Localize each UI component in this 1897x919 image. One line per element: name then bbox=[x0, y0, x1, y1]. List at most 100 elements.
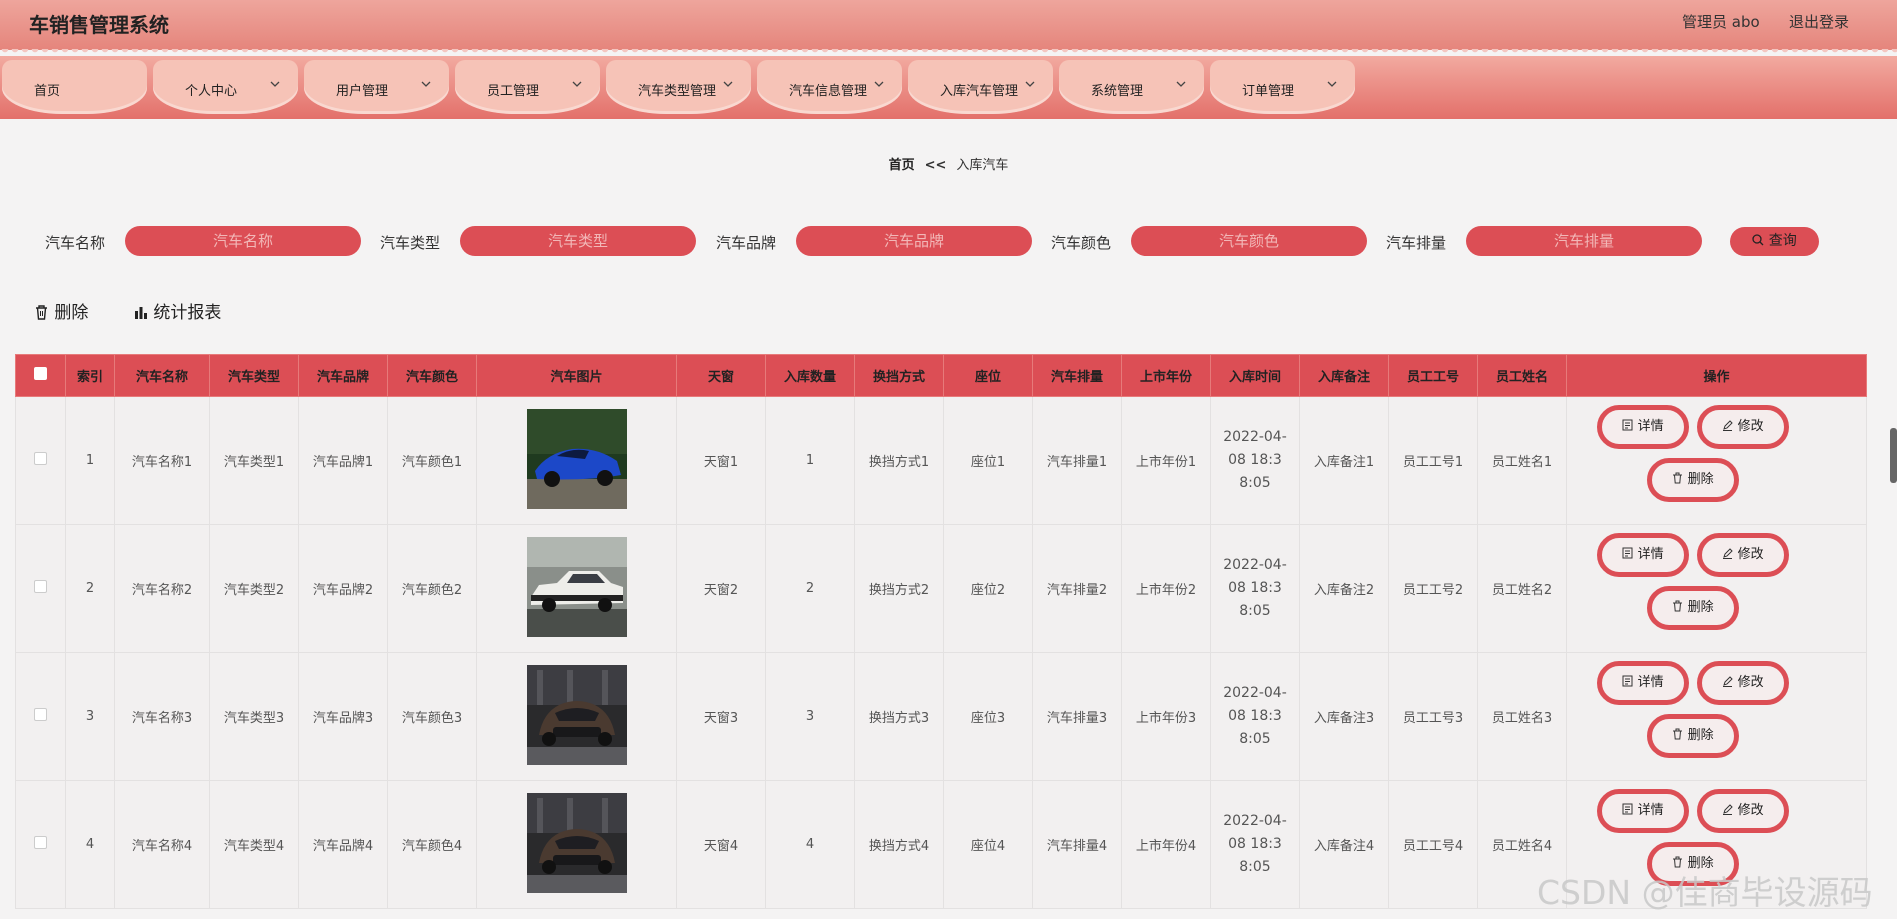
nav-item-label: 用户管理 bbox=[336, 84, 389, 99]
row-checkbox[interactable] bbox=[34, 708, 47, 721]
row-delete-button[interactable]: 删除 bbox=[1647, 586, 1739, 630]
cell-seats: 座位3 bbox=[943, 652, 1033, 781]
cell-index: 1 bbox=[65, 396, 115, 525]
logout-link[interactable]: 退出登录 bbox=[1789, 11, 1849, 32]
row-delete-button[interactable]: 删除 bbox=[1647, 458, 1739, 502]
row-delete-button[interactable]: 删除 bbox=[1647, 714, 1739, 758]
admin-label: 管理员 abo bbox=[1682, 13, 1760, 31]
nav-item-profile[interactable]: 个人中心 bbox=[153, 60, 298, 114]
nav-item-label: 订单管理 bbox=[1242, 84, 1295, 99]
nav-item-users[interactable]: 用户管理 bbox=[304, 60, 449, 114]
cell-qty: 2 bbox=[765, 524, 855, 653]
row-edit-label: 修改 bbox=[1737, 803, 1764, 818]
search-input-car-name[interactable] bbox=[125, 226, 361, 256]
stats-report-button[interactable]: 统计报表 bbox=[134, 298, 221, 323]
row-edit-button[interactable]: 修改 bbox=[1697, 789, 1789, 833]
cell-year: 上市年份3 bbox=[1121, 652, 1211, 781]
cell-type-text: 汽车类型3 bbox=[223, 711, 285, 726]
cell-qty-text: 4 bbox=[805, 837, 815, 852]
nav-item-label: 入库汽车管理 bbox=[940, 84, 1019, 99]
column-header: 换挡方式 bbox=[854, 354, 944, 397]
watermark: CSDN @佳商毕设源码 bbox=[1537, 873, 1873, 912]
query-button[interactable]: 查询 bbox=[1730, 227, 1819, 256]
search-input-car-type[interactable] bbox=[460, 226, 696, 256]
cell-emp_no: 员工工号4 bbox=[1388, 780, 1478, 909]
cell-brand-text: 汽车品牌1 bbox=[312, 455, 374, 470]
nav-item-orders[interactable]: 订单管理 bbox=[1210, 60, 1355, 114]
row-detail-button[interactable]: 详情 bbox=[1597, 789, 1689, 833]
cell-emp_name-text: 员工姓名1 bbox=[1491, 455, 1553, 470]
car-image bbox=[526, 536, 627, 637]
cell-color: 汽车颜色2 bbox=[387, 524, 477, 653]
cell-emp_no: 员工工号1 bbox=[1388, 396, 1478, 525]
row-checkbox[interactable] bbox=[34, 836, 47, 849]
nav-item-label: 个人中心 bbox=[185, 84, 238, 99]
row-detail-label: 详情 bbox=[1637, 803, 1664, 818]
row-actions: 详情 修改 删除 bbox=[1567, 397, 1866, 524]
nav-item-staff[interactable]: 员工管理 bbox=[455, 60, 600, 114]
cell-displacement-text: 汽车排量4 bbox=[1046, 839, 1108, 854]
trash-icon bbox=[1673, 600, 1683, 612]
pencil-icon bbox=[1723, 804, 1734, 815]
column-header: 员工姓名 bbox=[1477, 354, 1567, 397]
car-image bbox=[526, 664, 627, 765]
cell-name-text: 汽车名称2 bbox=[131, 583, 193, 598]
search-input-car-color[interactable] bbox=[1131, 226, 1367, 256]
cell-time: 2022-04-08 18:38:05 bbox=[1210, 524, 1300, 653]
column-header: 入库备注 bbox=[1299, 354, 1389, 397]
cell-time: 2022-04-08 18:38:05 bbox=[1210, 396, 1300, 525]
column-header: 汽车名称 bbox=[114, 354, 210, 397]
cell-emp_name-text: 员工姓名3 bbox=[1491, 711, 1553, 726]
row-select-cell bbox=[15, 524, 66, 653]
cell-sunroof: 天窗1 bbox=[676, 396, 766, 525]
bulk-delete-button[interactable]: 删除 bbox=[34, 298, 88, 323]
row-detail-button[interactable]: 详情 bbox=[1597, 533, 1689, 577]
row-edit-button[interactable]: 修改 bbox=[1697, 405, 1789, 449]
row-detail-button[interactable]: 详情 bbox=[1597, 661, 1689, 705]
nav-item-car-types[interactable]: 汽车类型管理 bbox=[606, 60, 751, 114]
scrollbar-thumb[interactable] bbox=[1890, 428, 1897, 483]
row-edit-button[interactable]: 修改 bbox=[1697, 533, 1789, 577]
row-edit-button[interactable]: 修改 bbox=[1697, 661, 1789, 705]
cell-type-text: 汽车类型2 bbox=[223, 583, 285, 598]
nav-item-label: 员工管理 bbox=[487, 84, 540, 99]
cell-name: 汽车名称1 bbox=[114, 396, 210, 525]
breadcrumb-home[interactable]: 首页 bbox=[889, 158, 915, 173]
breadcrumb-separator: << bbox=[924, 158, 947, 173]
cell-operations: 详情 修改 删除 bbox=[1566, 652, 1867, 781]
cell-emp_no-text: 员工工号1 bbox=[1402, 455, 1464, 470]
cell-emp_name-text: 员工姓名2 bbox=[1491, 583, 1553, 598]
cell-gear: 换挡方式2 bbox=[854, 524, 944, 653]
chevron-down-icon bbox=[1025, 78, 1035, 92]
cell-note: 入库备注4 bbox=[1299, 780, 1389, 909]
table-row: 2 汽车名称2 汽车类型2 汽车品牌2 汽车颜色2 天窗2 2 换挡方式2 座位2 汽车排量2 上市… bbox=[15, 524, 1867, 653]
cell-displacement: 汽车排量2 bbox=[1032, 524, 1122, 653]
cell-emp_name-text: 员工姓名4 bbox=[1491, 839, 1553, 854]
cell-displacement: 汽车排量1 bbox=[1032, 396, 1122, 525]
cell-image bbox=[476, 780, 677, 909]
search-input-car-displacement[interactable] bbox=[1466, 226, 1702, 256]
row-checkbox[interactable] bbox=[34, 580, 47, 593]
nav-item-stock-in[interactable]: 入库汽车管理 bbox=[908, 60, 1053, 114]
select-all-checkbox[interactable] bbox=[34, 367, 47, 380]
select-all-cell bbox=[15, 354, 66, 397]
column-header: 汽车图片 bbox=[476, 354, 677, 397]
cell-emp_name: 员工姓名2 bbox=[1477, 524, 1567, 653]
cell-index-text: 3 bbox=[85, 709, 95, 724]
cell-operations: 详情 修改 删除 bbox=[1566, 396, 1867, 525]
cell-index-text: 4 bbox=[85, 837, 95, 852]
cell-sunroof-text: 天窗2 bbox=[703, 583, 739, 598]
row-checkbox[interactable] bbox=[34, 452, 47, 465]
nav-item-label: 系统管理 bbox=[1091, 84, 1144, 99]
cell-color-text: 汽车颜色2 bbox=[401, 583, 463, 598]
nav-item-home[interactable]: 首页 bbox=[2, 60, 147, 114]
search-input-car-brand[interactable] bbox=[796, 226, 1032, 256]
cell-displacement-text: 汽车排量3 bbox=[1046, 711, 1108, 726]
nav-item-car-info[interactable]: 汽车信息管理 bbox=[757, 60, 902, 114]
row-detail-button[interactable]: 详情 bbox=[1597, 405, 1689, 449]
search-label-car-brand: 汽车品牌 bbox=[716, 234, 777, 252]
cell-time-text: 2022-04-08 18:38:05 bbox=[1223, 557, 1287, 619]
nav-item-system[interactable]: 系统管理 bbox=[1059, 60, 1204, 114]
app-title: 车销售管理系统 bbox=[29, 13, 169, 37]
cell-brand-text: 汽车品牌4 bbox=[312, 839, 374, 854]
